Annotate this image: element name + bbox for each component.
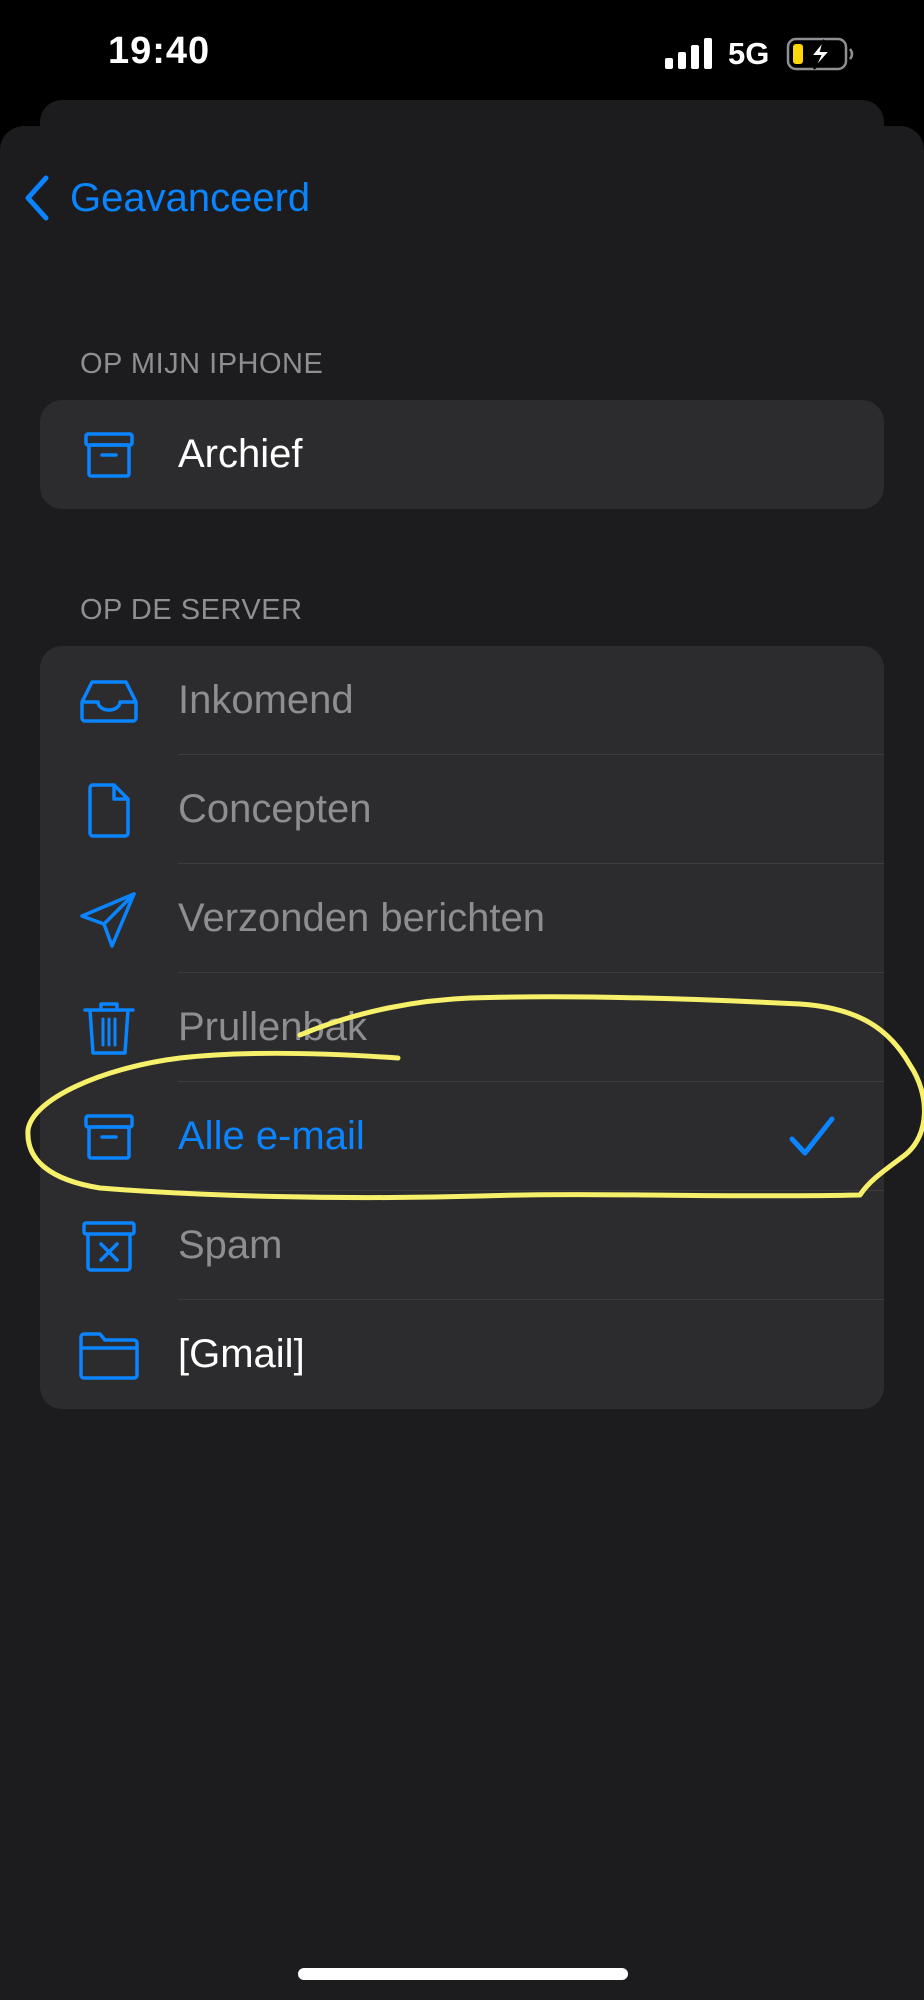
- section-header-on-server: OP DE SERVER: [80, 594, 303, 626]
- section-header-on-iphone: OP MIJN IPHONE: [80, 348, 324, 380]
- mailbox-row-concepten[interactable]: Concepten: [40, 755, 884, 864]
- status-time: 19:40: [108, 30, 211, 72]
- home-indicator[interactable]: [298, 1968, 628, 1980]
- mailbox-label: Inkomend: [178, 678, 354, 722]
- back-button[interactable]: Geavanceerd: [20, 170, 310, 226]
- on-server-group: Inkomend Concepten Verzonden berichten P…: [40, 646, 884, 1409]
- on-iphone-group: Archief: [40, 400, 884, 509]
- mailbox-label: Alle e-mail: [178, 1114, 365, 1158]
- mailbox-label: Archief: [178, 432, 303, 476]
- mailbox-row-gmail[interactable]: [Gmail]: [40, 1300, 884, 1409]
- checkmark-icon: [789, 1116, 835, 1155]
- folder-icon: [76, 1322, 142, 1388]
- trash-icon: [76, 995, 142, 1061]
- mailbox-row-archief[interactable]: Archief: [40, 400, 884, 509]
- mailbox-label: Concepten: [178, 787, 372, 831]
- mailbox-row-spam[interactable]: Spam: [40, 1191, 884, 1300]
- archive-box-icon: [76, 422, 142, 488]
- mailbox-label: Verzonden berichten: [178, 896, 545, 940]
- mailbox-label: Prullenbak: [178, 1005, 368, 1049]
- chevron-left-icon: [25, 175, 49, 221]
- cellular-signal-icon: [665, 38, 712, 69]
- archive-box-icon: [76, 1104, 142, 1170]
- back-button-label: Geavanceerd: [70, 175, 311, 220]
- paper-plane-icon: [76, 886, 142, 952]
- mailbox-label: [Gmail]: [178, 1332, 305, 1376]
- status-bar: 19:40 5G: [0, 0, 924, 110]
- battery-charging-icon: [786, 37, 854, 71]
- network-type: 5G: [728, 36, 770, 71]
- mailbox-row-inkomend[interactable]: Inkomend: [40, 646, 884, 755]
- mailbox-row-alle-email[interactable]: Alle e-mail: [40, 1082, 884, 1191]
- inbox-tray-icon: [76, 668, 142, 734]
- mailbox-row-prullenbak[interactable]: Prullenbak: [40, 973, 884, 1082]
- mailbox-label: Spam: [178, 1223, 283, 1267]
- screen: 19:40 5G Geavanceerd OP MIJN IPHONE Arch…: [0, 0, 924, 2000]
- document-icon: [76, 777, 142, 843]
- mailbox-row-verzonden[interactable]: Verzonden berichten: [40, 864, 884, 973]
- junk-box-icon: [76, 1213, 142, 1279]
